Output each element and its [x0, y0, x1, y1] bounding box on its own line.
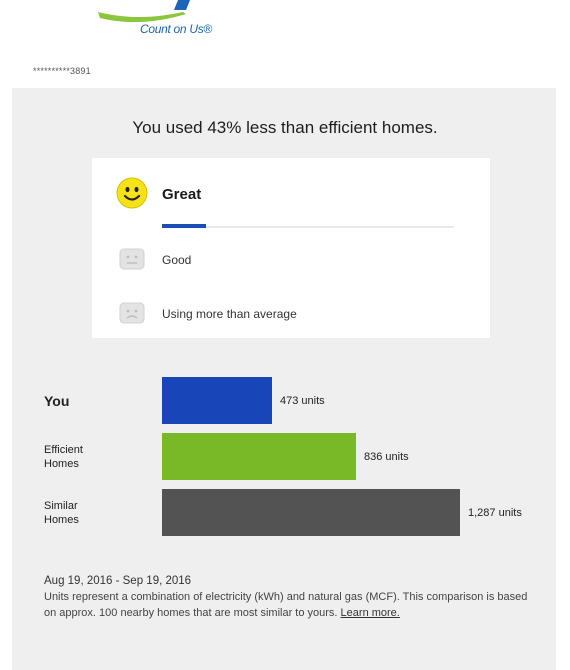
bar-you [162, 377, 272, 424]
bar-value-efficient-homes: 836 units [364, 451, 409, 463]
neutral-face-icon [119, 248, 145, 270]
rank-indicator-bar [162, 224, 206, 228]
billing-period: Aug 19, 2016 - Sep 19, 2016 [44, 575, 192, 587]
header: Count on Us® **********3891 [0, 0, 570, 88]
chart-label-similar-homes: Similar Homes [44, 500, 79, 526]
chart-label-you: You [44, 393, 70, 409]
chart-label-efficient-homes: Efficient Homes [44, 444, 83, 470]
account-number: **********3891 [33, 66, 91, 76]
logo-tagline: Count on Us® [140, 22, 212, 36]
smiley-face-icon [116, 177, 148, 209]
rank-label-good: Good [162, 253, 192, 267]
comparison-note: Units represent a combination of electri… [44, 591, 528, 619]
rank-label-great: Great [162, 186, 202, 203]
learn-more-link[interactable]: Learn more. [341, 607, 400, 619]
bar-similar-homes [162, 489, 460, 536]
frown-face-icon [119, 302, 145, 324]
usage-headline: You used 43% less than efficient homes. [132, 118, 438, 137]
disclaimer-text: Units represent a combination of electri… [44, 589, 534, 621]
bar-value-similar-homes: 1,287 units [468, 507, 522, 519]
efficiency-rank-card: Great Good Using more than average [92, 158, 490, 338]
footer-note: Aug 19, 2016 - Sep 19, 2016 Units repres… [44, 573, 534, 621]
utility-logo: Count on Us® [98, 0, 228, 46]
rank-label-above-average: Using more than average [162, 307, 297, 321]
bar-value-you: 473 units [280, 395, 325, 407]
bar-efficient-homes [162, 433, 356, 480]
